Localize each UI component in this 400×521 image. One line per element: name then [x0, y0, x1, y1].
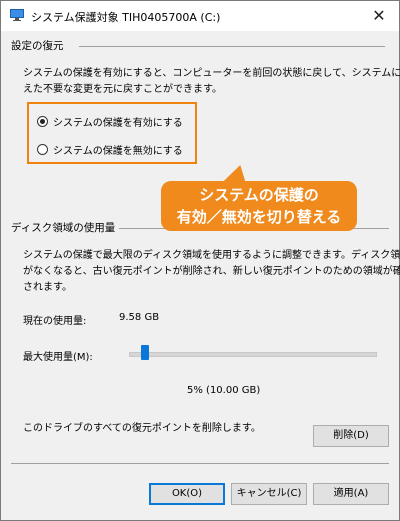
- disk-group-label: ディスク領域の使用量: [11, 220, 120, 235]
- window-title: システム保護対象 TIH0405700A (C:): [31, 11, 221, 24]
- restore-description: システムの保護を有効にすると、コンピューターを前回の状態に戻して、システムに加 …: [23, 68, 400, 95]
- max-usage-text: 5% (10.00 GB): [187, 385, 261, 396]
- computer-icon: [10, 9, 24, 21]
- close-icon: ✕: [372, 6, 386, 25]
- title-bar: システム保護対象 TIH0405700A (C:) ✕: [1, 1, 399, 31]
- radio-disable-protection[interactable]: システムの保護を無効にする: [37, 142, 183, 157]
- current-usage-label: 現在の使用量:: [23, 316, 87, 327]
- restore-group-divider: [79, 46, 385, 47]
- radio-unchecked-icon[interactable]: [37, 144, 48, 155]
- apply-button[interactable]: 適用(A): [313, 483, 389, 505]
- footer-separator: [11, 463, 389, 464]
- max-usage-slider[interactable]: [129, 352, 377, 357]
- disk-description: システムの保護で最大限のディスク領域を使用するように調整できます。ディスク領域 …: [23, 250, 400, 293]
- callout-line2: 有効／無効を切り替える: [176, 208, 342, 226]
- current-usage-value: 9.58 GB: [119, 312, 160, 323]
- callout-balloon: システムの保護の 有効／無効を切り替える: [161, 181, 357, 231]
- radio-enable-label: システムの保護を有効にする: [53, 118, 183, 129]
- restore-group-label: 設定の復元: [11, 38, 68, 53]
- cancel-button[interactable]: キャンセル(C): [231, 483, 307, 505]
- radio-enable-protection[interactable]: システムの保護を有効にする: [37, 114, 183, 129]
- delete-button[interactable]: 削除(D): [313, 425, 389, 447]
- close-button[interactable]: ✕: [359, 1, 399, 31]
- ok-button[interactable]: OK(O): [149, 483, 225, 505]
- callout-line1: システムの保護の: [199, 186, 319, 204]
- system-protection-dialog: システム保護対象 TIH0405700A (C:) ✕ 設定の復元 システムの保…: [0, 0, 400, 521]
- delete-description: このドライブのすべての復元ポイントを削除します。: [23, 423, 261, 434]
- radio-disable-label: システムの保護を無効にする: [53, 146, 183, 157]
- max-usage-label: 最大使用量(M):: [23, 352, 93, 363]
- radio-checked-icon[interactable]: [37, 116, 48, 127]
- slider-thumb[interactable]: [140, 345, 149, 360]
